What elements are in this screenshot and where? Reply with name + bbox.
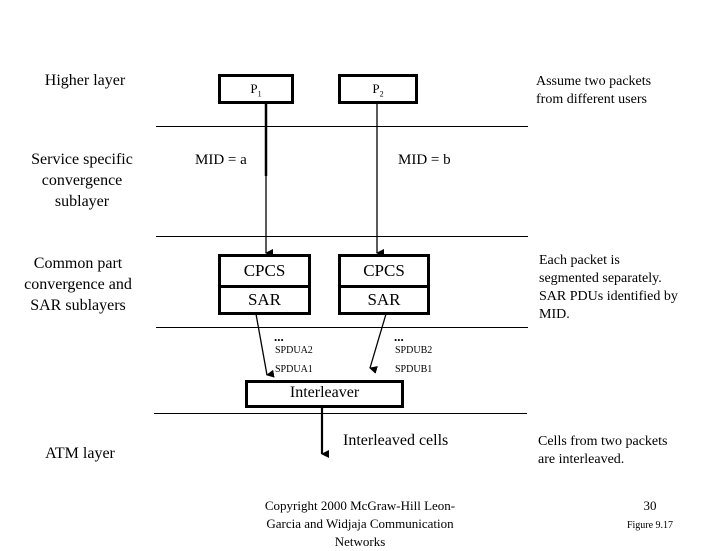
pdu-label-a2: SPDUA2	[275, 345, 313, 356]
figure-label: Figure 9.17	[626, 520, 674, 531]
cpcs-label: CPCS	[341, 257, 427, 288]
interleaver-label: Interleaver	[289, 384, 360, 401]
sar-a-to-interleaver-arrow	[255, 313, 275, 378]
sar-label: SAR	[367, 290, 401, 309]
note-assume-packets: Assume two packets from different users	[536, 73, 651, 109]
mid-label-a: MID = a	[195, 152, 247, 168]
pdu-label-a1: SPDUA1	[275, 364, 313, 375]
page-number: 30	[643, 498, 657, 513]
cpcs-sar-box-b: CPCS SAR	[338, 254, 430, 315]
packet-box-p1: P1	[218, 74, 294, 104]
note-line: segmented separately.	[539, 271, 662, 286]
note-line: SAR PDUs identified by	[539, 289, 678, 304]
note-line: Assume two packets	[536, 74, 652, 89]
pdu-label-b1: SPDUB1	[395, 364, 433, 375]
pdu-label-b2: SPDUB2	[395, 345, 433, 356]
note-segmented: Each packet is segmented separately. SAR…	[539, 252, 678, 324]
note-cells-interleaved: Cells from two packets are interleaved.	[538, 433, 667, 469]
packet-label-subscript: 1	[257, 89, 262, 99]
packet-label-subscript: 2	[379, 89, 384, 99]
packet-label-p1: P1	[221, 77, 291, 107]
sar-b-to-interleaver-arrow	[369, 313, 387, 374]
cpcs-label: CPCS	[221, 257, 308, 288]
footer-copyright-line: Networks	[334, 534, 386, 549]
packet-label-base: P	[372, 81, 380, 96]
interleaved-cells-label: Interleaved cells	[343, 432, 449, 449]
note-line: Cells from two packets	[538, 434, 668, 449]
packet-label-base: P	[250, 81, 258, 96]
pdu-ellipsis-a: ...	[274, 329, 284, 344]
footer-copyright-line: Copyright 2000 McGraw-Hill Leon-	[264, 498, 456, 513]
interleaver-box: Interleaver	[245, 380, 404, 408]
note-line: Each packet is	[539, 253, 620, 268]
mid-label-b: MID = b	[398, 152, 451, 168]
note-line: are interleaved.	[538, 452, 625, 467]
note-line: from different users	[536, 92, 647, 107]
sar-label: SAR	[247, 290, 282, 309]
footer-copyright: Copyright 2000 McGraw-Hill Leon- Garcia …	[250, 497, 470, 551]
pdu-ellipsis-b: ...	[394, 329, 404, 344]
packet-box-p2: P2	[338, 74, 418, 104]
packet-label-p2: P2	[341, 77, 415, 107]
note-line: MID.	[539, 307, 570, 322]
cpcs-sar-box-a: CPCS SAR	[218, 254, 311, 315]
footer-copyright-line: Garcia and Widjaja Communication	[266, 516, 454, 531]
